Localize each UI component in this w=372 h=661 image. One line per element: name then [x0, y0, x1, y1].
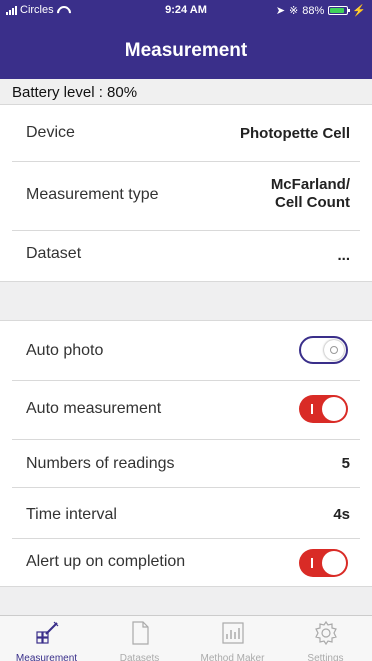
measurement-pencil-icon [35, 621, 58, 644]
auto-measurement-label: Auto measurement [26, 400, 162, 417]
alert-label: Alert up on completion [26, 553, 186, 570]
tab-datasets[interactable]: Datasets [93, 620, 186, 661]
readings-row[interactable]: Numbers of readings 5 [0, 440, 372, 487]
auto-measurement-row: Auto measurement [0, 381, 372, 439]
readings-value: 5 [341, 455, 350, 472]
charging-icon: ⚡ [352, 5, 366, 17]
tab-datasets-label: Datasets [119, 653, 160, 661]
tab-measurement-label: Measurement [15, 653, 78, 661]
measurement-type-row[interactable]: Measurement type McFarland/ Cell Count [0, 162, 372, 230]
measurement-type-line1: McFarland/ [270, 176, 350, 193]
measurement-type-line2: Cell Count [275, 194, 350, 211]
time-interval-row[interactable]: Time interval 4s [0, 488, 372, 538]
battery-percent: 88% [302, 4, 325, 17]
device-label: Device [26, 124, 75, 141]
battery-icon [328, 6, 351, 15]
document-icon [131, 621, 149, 645]
tab-method-maker[interactable]: Method Maker [186, 620, 279, 661]
status-bar: Circles 9:24 AM ➤ ※ 88% ⚡ [0, 0, 372, 20]
bluetooth-icon: ※ [289, 5, 299, 17]
tab-settings-label: Settings [307, 653, 344, 661]
device-value: Photopette Cell [239, 125, 350, 142]
auto-photo-toggle[interactable] [299, 336, 348, 364]
location-icon: ➤ [275, 5, 286, 17]
tab-method-maker-label: Method Maker [200, 653, 265, 661]
section-spacer [0, 587, 372, 615]
measurement-type-label: Measurement type [26, 186, 159, 203]
page-title: Measurement [124, 40, 248, 61]
dataset-row[interactable]: Dataset ... [0, 231, 372, 281]
device-row[interactable]: Device Photopette Cell [0, 105, 372, 161]
auto-photo-row: Auto photo [0, 321, 372, 380]
navigation-bar: Circles 9:24 AM ➤ ※ 88% ⚡ Measurement [0, 0, 372, 79]
tab-measurement[interactable]: Measurement [0, 620, 93, 661]
time-interval-value: 4s [333, 506, 350, 523]
dataset-label: Dataset [26, 245, 82, 262]
auto-measurement-toggle[interactable] [299, 395, 348, 423]
section-spacer [0, 282, 372, 320]
tab-bar: Measurement Datasets Method Maker Settin… [0, 615, 372, 661]
chart-icon [221, 622, 244, 644]
dataset-value: ... [337, 247, 350, 264]
tab-settings[interactable]: Settings [279, 620, 372, 661]
time-interval-label: Time interval [26, 506, 117, 523]
alert-toggle[interactable] [299, 549, 348, 577]
measurement-type-value: McFarland/ Cell Count [271, 176, 350, 212]
alert-row: Alert up on completion [0, 539, 372, 586]
gear-icon [314, 620, 337, 646]
battery-level-banner: Battery level : 80% [0, 79, 372, 105]
readings-label: Numbers of readings [26, 455, 175, 472]
auto-photo-label: Auto photo [26, 342, 104, 359]
